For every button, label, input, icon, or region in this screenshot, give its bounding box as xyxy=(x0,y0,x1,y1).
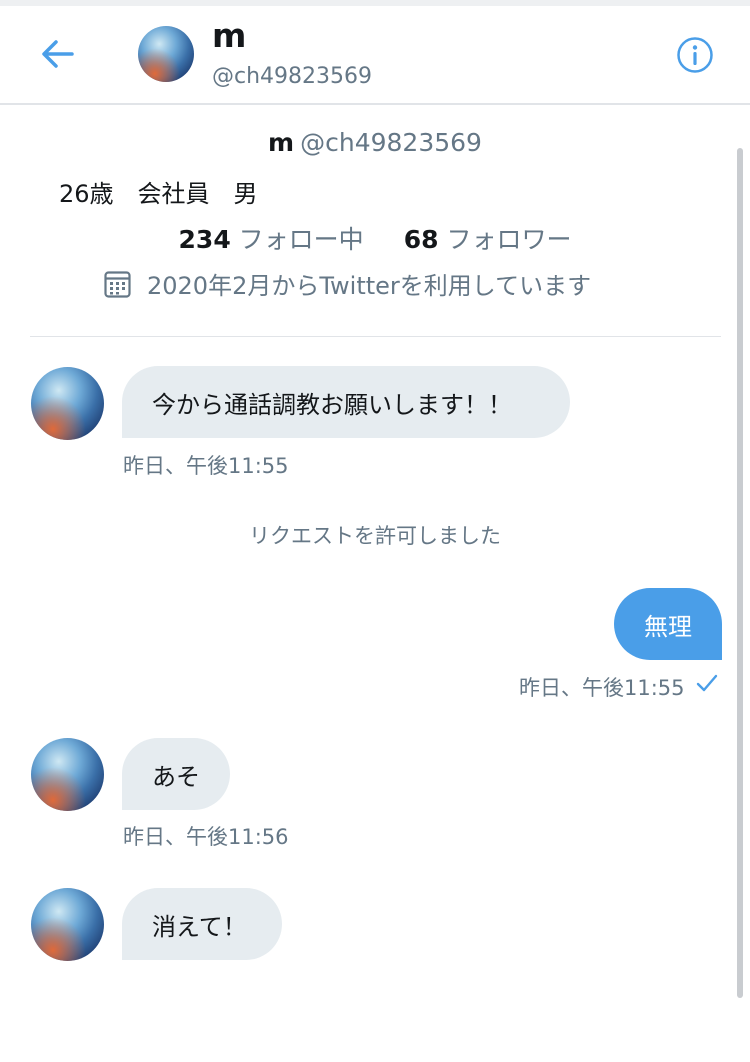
following-label: フォロー中 xyxy=(238,225,364,254)
back-arrow-icon[interactable] xyxy=(38,36,78,72)
message-timestamp: 昨日、午後11:55 xyxy=(519,676,685,700)
profile-bio: 26歳 会社員 男 xyxy=(59,180,258,208)
profile-name-line: m @ch49823569 xyxy=(0,128,750,157)
following-count: 234 xyxy=(178,225,231,254)
calendar-icon xyxy=(104,270,131,298)
sender-avatar[interactable] xyxy=(31,367,104,440)
profile-name[interactable]: m xyxy=(268,128,294,157)
sender-avatar[interactable] xyxy=(31,738,104,811)
message-bubble-outgoing[interactable]: 無理 xyxy=(614,588,722,660)
system-message: リクエストを許可しました xyxy=(249,524,501,548)
following-stat[interactable]: 234 フォロー中 xyxy=(179,225,364,254)
header-handle: @ch49823569 xyxy=(212,64,373,89)
sent-check-icon xyxy=(696,674,718,692)
message-bubble-incoming[interactable]: あそ xyxy=(122,738,230,810)
sender-avatar[interactable] xyxy=(31,888,104,961)
message-timestamp: 昨日、午後11:55 xyxy=(123,454,289,478)
conversation-header: m @ch49823569 xyxy=(0,6,750,105)
header-avatar[interactable] xyxy=(138,26,194,82)
profile-handle: @ch49823569 xyxy=(300,128,482,157)
message-timestamp: 昨日、午後11:56 xyxy=(123,825,289,849)
joined-text: 2020年2月からTwitterを利用しています xyxy=(147,272,592,300)
followers-stat[interactable]: 68 フォロワー xyxy=(404,225,572,254)
followers-label: フォロワー xyxy=(446,225,572,254)
follow-stats: 234 フォロー中 68 フォロワー xyxy=(0,220,750,256)
header-name: m xyxy=(212,16,247,55)
info-icon[interactable] xyxy=(676,36,714,74)
message-bubble-incoming[interactable]: 消えて！ xyxy=(122,888,282,960)
scrollbar[interactable] xyxy=(737,148,743,998)
message-bubble-incoming[interactable]: 今から通話調教お願いします！！ xyxy=(122,366,570,438)
joined-date: 2020年2月からTwitterを利用しています xyxy=(104,266,591,301)
followers-count: 68 xyxy=(403,225,439,254)
divider xyxy=(30,336,721,337)
